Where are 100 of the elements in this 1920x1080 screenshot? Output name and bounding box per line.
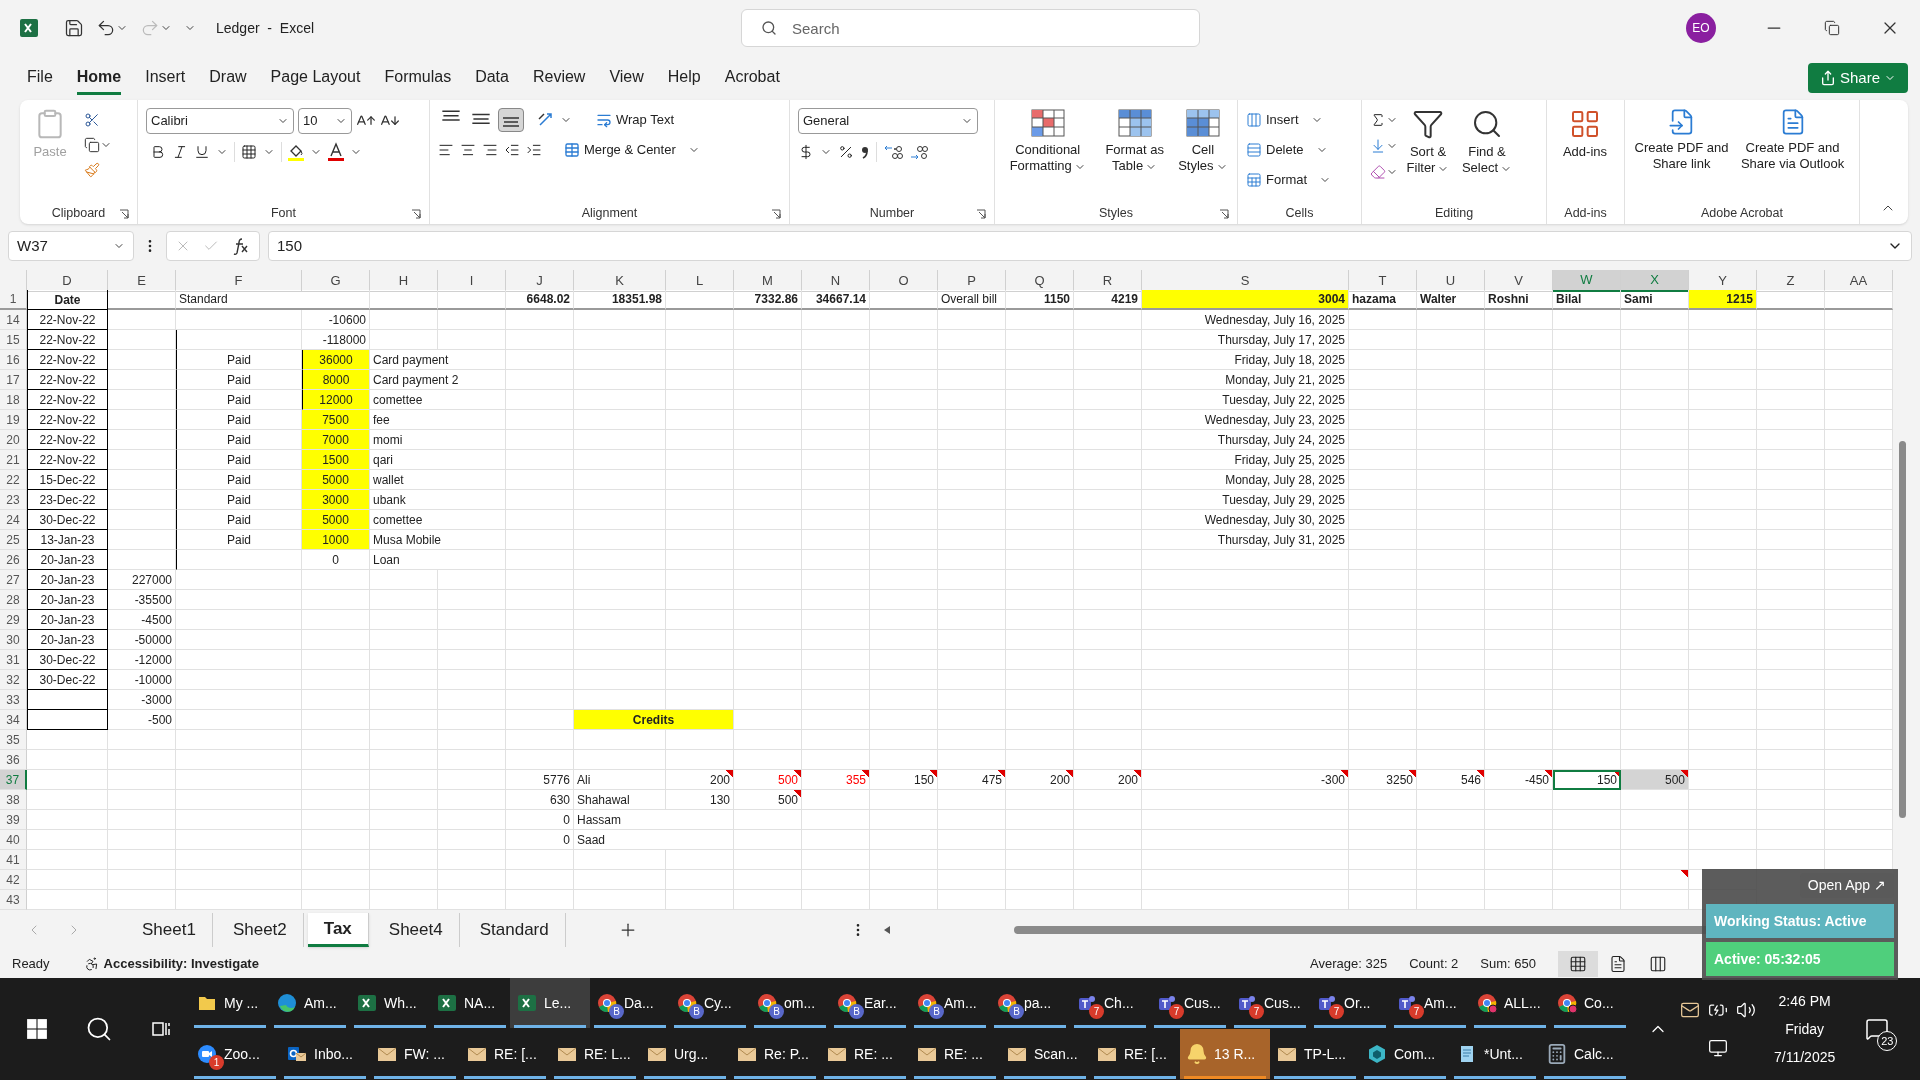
column-header[interactable]: Q [1006, 270, 1074, 292]
sheet-tab[interactable]: Tax [307, 913, 369, 947]
column-header[interactable]: M [734, 270, 802, 292]
row-header[interactable]: 35 [0, 730, 27, 750]
row-header[interactable]: 15 [0, 330, 27, 350]
taskbar-button[interactable]: 7 Cus... [1230, 978, 1310, 1028]
row-header[interactable]: 31 [0, 650, 27, 670]
row-header[interactable]: 40 [0, 830, 27, 850]
taskbar-button[interactable]: Am... [270, 978, 350, 1028]
percent-icon[interactable] [838, 144, 854, 160]
row-header[interactable]: 28 [0, 590, 27, 610]
eraser-icon[interactable] [1370, 164, 1386, 180]
column-header[interactable]: J [506, 270, 574, 292]
menu-tab[interactable]: Data [475, 61, 509, 95]
ribbon-button[interactable]: Find & Select [1458, 108, 1516, 176]
menu-tab[interactable]: Draw [209, 61, 247, 95]
row-header[interactable]: 19 [0, 410, 27, 430]
row-header[interactable]: 27 [0, 570, 27, 590]
menu-tab[interactable]: View [609, 61, 644, 95]
number-format-field[interactable]: General [798, 108, 978, 134]
sum-icon[interactable] [1370, 112, 1386, 128]
taskbar-button[interactable]: 1 Zoo... [190, 1029, 280, 1079]
ribbon-button[interactable]: Sort & Filter [1402, 108, 1454, 176]
sheet-tab[interactable]: Sheet4 [372, 913, 460, 947]
sheet-tab[interactable]: Sheet2 [216, 913, 304, 947]
format-painter-icon[interactable] [84, 162, 100, 178]
search-icon[interactable] [85, 1015, 113, 1043]
row-header[interactable]: 21 [0, 450, 27, 470]
comma-style-icon[interactable] [860, 144, 870, 160]
taskbar-button[interactable]: Calc... [1540, 1029, 1630, 1079]
row-header[interactable]: 36 [0, 750, 27, 770]
row-header[interactable]: 18 [0, 390, 27, 410]
menu-tab[interactable]: Acrobat [724, 61, 780, 95]
taskbar-button[interactable]: *Unt... [1450, 1029, 1540, 1079]
row-header[interactable]: 26 [0, 550, 27, 570]
row-header[interactable]: 20 [0, 430, 27, 450]
column-header[interactable]: R [1074, 270, 1142, 292]
taskbar-button[interactable]: Co... [1550, 978, 1630, 1028]
add-ins-button[interactable]: Add-ins [1555, 108, 1615, 160]
taskbar-button[interactable]: Urg... [640, 1029, 730, 1079]
row-header[interactable]: 43 [0, 890, 27, 910]
bold-icon[interactable] [150, 144, 166, 160]
redo-icon[interactable] [140, 18, 160, 38]
column-header[interactable]: U [1417, 270, 1485, 292]
normal-view-icon[interactable] [1558, 951, 1598, 977]
ribbon-button[interactable]: Insert [1246, 108, 1332, 132]
search-field[interactable]: Search [741, 9, 1200, 47]
taskbar-button[interactable]: TP-L... [1270, 1029, 1360, 1079]
ribbon-button[interactable]: Create PDF and Share link [1633, 108, 1731, 172]
dialog-launcher-icon[interactable] [119, 209, 129, 219]
column-header[interactable]: H [370, 270, 438, 292]
undo-icon[interactable] [96, 18, 116, 38]
column-header[interactable]: Z [1757, 270, 1825, 292]
dialog-launcher-icon[interactable] [1219, 209, 1229, 219]
row-header[interactable]: 37 [0, 770, 27, 790]
underline-icon[interactable] [194, 144, 210, 160]
dialog-launcher-icon[interactable] [771, 209, 781, 219]
ribbon-button[interactable]: Format as Table [1096, 108, 1173, 174]
row-header[interactable]: 17 [0, 370, 27, 390]
menu-tab[interactable]: Home [76, 61, 122, 95]
mail-icon[interactable] [1680, 1000, 1700, 1020]
formula-field[interactable]: 150 [268, 231, 1912, 261]
ribbon-button[interactable]: Delete [1246, 138, 1332, 162]
dialog-launcher-icon[interactable] [411, 209, 421, 219]
row-header[interactable]: 30 [0, 630, 27, 650]
row-header[interactable]: 16 [0, 350, 27, 370]
taskbar-button[interactable]: Le... [510, 978, 590, 1028]
row-header[interactable]: 24 [0, 510, 27, 530]
taskbar-button[interactable]: Inbo... [280, 1029, 370, 1079]
decrease-decimal-icon[interactable] [909, 143, 929, 161]
accessibility-status[interactable]: Accessibility: Investigate [103, 954, 259, 974]
row-header[interactable]: 23 [0, 490, 27, 510]
monitor-icon[interactable] [1708, 1038, 1728, 1058]
taskbar-button[interactable]: My ... [190, 978, 270, 1028]
column-header[interactable]: D [27, 270, 108, 292]
sheet-tab[interactable]: Standard [463, 913, 566, 947]
volume-icon[interactable] [1736, 1000, 1756, 1020]
column-header[interactable]: F [176, 270, 302, 292]
row-header[interactable]: 38 [0, 790, 27, 810]
row-header[interactable]: 1 [0, 290, 27, 310]
menu-tab[interactable]: Review [532, 61, 586, 95]
increase-decimal-icon[interactable] [883, 143, 903, 161]
cut-icon[interactable] [84, 112, 100, 128]
taskbar-button[interactable]: Wh... [350, 978, 430, 1028]
taskbar-button[interactable]: RE: [... [1090, 1029, 1180, 1079]
taskbar-button[interactable]: B Am... [910, 978, 990, 1028]
taskbar-button[interactable]: NA... [430, 978, 510, 1028]
start-icon[interactable] [26, 1018, 49, 1040]
row-header[interactable]: 42 [0, 870, 27, 890]
taskbar-button[interactable]: FW: ... [370, 1029, 460, 1079]
column-header[interactable]: L [666, 270, 734, 292]
ribbon-button[interactable]: Format [1246, 168, 1332, 192]
row-header[interactable]: 22 [0, 470, 27, 490]
taskbar-button[interactable]: B om... [750, 978, 830, 1028]
sheet-tab[interactable]: Sheet1 [126, 913, 213, 947]
taskbar-button[interactable]: Scan... [1000, 1029, 1090, 1079]
column-header[interactable]: P [938, 270, 1006, 292]
taskbar-button[interactable]: 7 Or... [1310, 978, 1390, 1028]
menu-tab[interactable]: Help [667, 61, 701, 95]
menu-tab[interactable]: Insert [145, 61, 186, 95]
